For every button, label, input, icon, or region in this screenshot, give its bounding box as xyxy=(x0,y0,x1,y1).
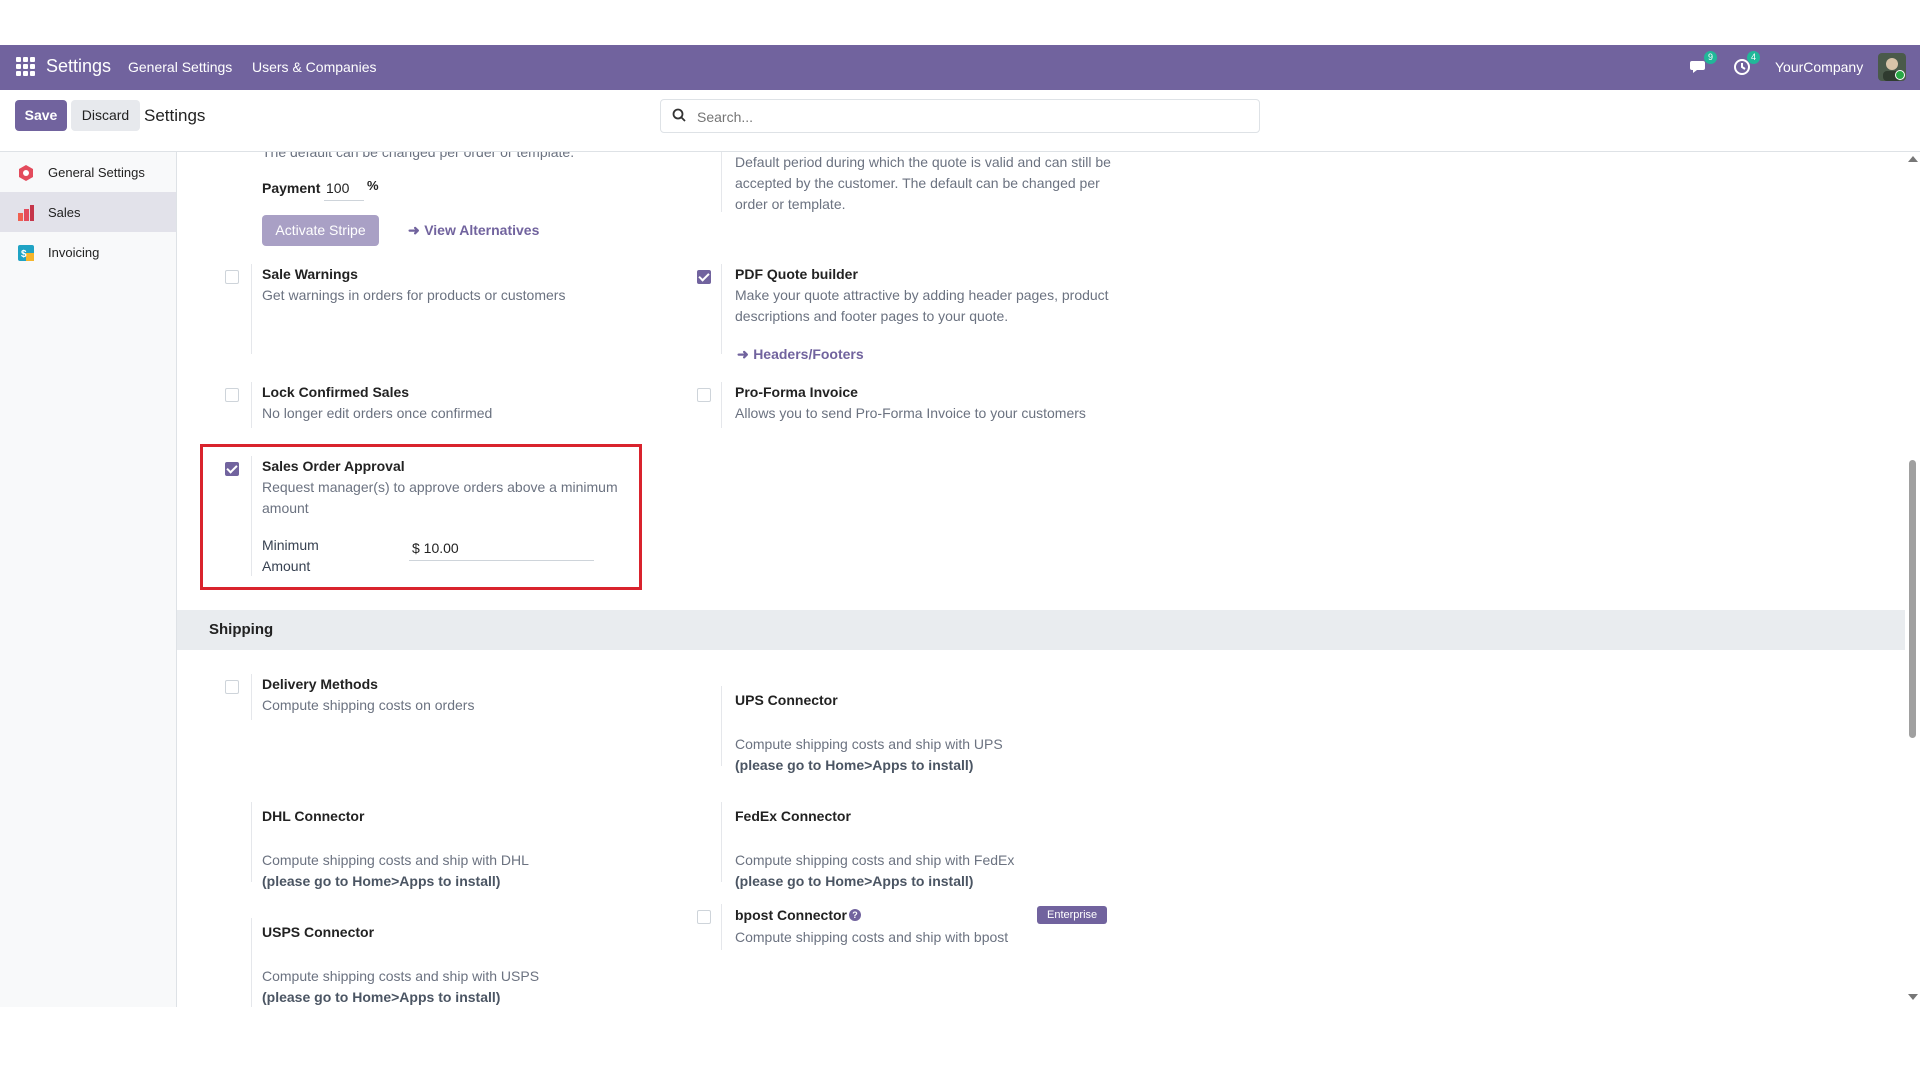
fedex-install-note: (please go to Home>Apps to install) xyxy=(735,873,974,889)
payment-value[interactable]: 100 xyxy=(326,180,349,196)
usps-connector-description: Compute shipping costs and ship with USP… xyxy=(262,968,540,984)
nav-users-companies[interactable]: Users & Companies xyxy=(252,59,377,75)
invoicing-dollar-icon: $ xyxy=(18,245,34,261)
activities-clock-icon[interactable]: 4 xyxy=(1732,51,1760,77)
search-box[interactable] xyxy=(660,99,1260,133)
svg-text:$: $ xyxy=(21,249,27,260)
sale-warnings-title: Sale Warnings xyxy=(262,266,358,282)
sidebar-item-label: Invoicing xyxy=(48,245,100,260)
dhl-install-note: (please go to Home>Apps to install) xyxy=(262,873,501,889)
cut-description: The default can be changed per order or … xyxy=(262,152,575,160)
help-question-icon[interactable]: ? xyxy=(849,909,861,921)
sales-chart-icon xyxy=(18,205,34,221)
sidebar-item-invoicing[interactable]: $ Invoicing xyxy=(0,232,176,272)
control-panel: Save Discard Settings xyxy=(0,90,1920,152)
pro-forma-invoice-description: Allows you to send Pro-Forma Invoice to … xyxy=(735,405,1086,421)
minimum-amount-input[interactable]: $ 10.00 xyxy=(412,540,459,556)
sale-warnings-description: Get warnings in orders for products or c… xyxy=(262,287,566,303)
apps-menu-icon[interactable] xyxy=(16,57,36,77)
pdf-quote-builder-title: PDF Quote builder xyxy=(735,266,858,282)
bpost-connector-checkbox[interactable] xyxy=(697,910,711,924)
payment-unit: % xyxy=(367,178,379,193)
online-status-dot xyxy=(1895,70,1905,80)
delivery-methods-checkbox[interactable] xyxy=(225,680,239,694)
ups-connector-description: Compute shipping costs and ship with UPS xyxy=(735,736,1003,752)
activities-badge: 4 xyxy=(1746,51,1760,64)
dhl-connector-title: DHL Connector xyxy=(262,808,365,824)
user-avatar[interactable] xyxy=(1878,53,1906,81)
dhl-connector-description: Compute shipping costs and ship with DHL xyxy=(262,852,529,868)
usps-connector-title: USPS Connector xyxy=(262,924,375,940)
sidebar-item-label: Sales xyxy=(48,205,81,220)
lock-confirmed-sales-description: No longer edit orders once confirmed xyxy=(262,405,493,421)
arrow-right-icon: ➜ xyxy=(408,222,420,238)
pro-forma-invoice-title: Pro-Forma Invoice xyxy=(735,384,858,400)
sales-order-approval-title: Sales Order Approval xyxy=(262,458,405,474)
page-title: Settings xyxy=(144,106,206,125)
fedex-connector-description: Compute shipping costs and ship with Fed… xyxy=(735,852,1015,868)
fedex-connector-title: FedEx Connector xyxy=(735,808,851,824)
search-input[interactable] xyxy=(695,105,1249,129)
headers-footers-link[interactable]: ➜ Headers/Footers xyxy=(737,346,864,364)
sidebar-item-general-settings[interactable]: General Settings xyxy=(0,152,176,192)
messages-icon[interactable]: 9 xyxy=(1689,51,1717,77)
sales-order-approval-checkbox[interactable] xyxy=(225,462,239,476)
bpost-connector-title: bpost Connector xyxy=(735,907,847,923)
usps-install-note: (please go to Home>Apps to install) xyxy=(262,989,501,1005)
pro-forma-invoice-checkbox[interactable] xyxy=(697,388,711,402)
payment-label: Payment xyxy=(262,180,321,196)
nav-general-settings[interactable]: General Settings xyxy=(128,59,232,75)
scroll-up-arrow-icon[interactable] xyxy=(1908,156,1918,162)
settings-content: The default can be changed per order or … xyxy=(177,152,1905,1007)
view-alternatives-link[interactable]: ➜ View Alternatives xyxy=(408,222,539,240)
delivery-methods-title: Delivery Methods xyxy=(262,676,378,692)
lock-confirmed-sales-checkbox[interactable] xyxy=(225,388,239,402)
arrow-right-icon: ➜ xyxy=(737,346,749,362)
view-alternatives-label: View Alternatives xyxy=(424,222,540,238)
shipping-header-label: Shipping xyxy=(209,621,274,638)
sidebar-item-label: General Settings xyxy=(48,165,145,180)
activate-stripe-button[interactable]: Activate Stripe xyxy=(262,215,379,246)
lock-confirmed-sales-title: Lock Confirmed Sales xyxy=(262,384,410,400)
enterprise-badge[interactable]: Enterprise xyxy=(1037,906,1108,924)
pdf-quote-builder-checkbox[interactable] xyxy=(697,270,711,284)
quote-validity-description: Default period during which the quote is… xyxy=(735,154,1111,212)
sales-order-approval-description: Request manager(s) to approve orders abo… xyxy=(262,479,618,516)
save-button[interactable]: Save xyxy=(15,100,67,131)
shipping-section-header: Shipping xyxy=(177,610,1905,650)
company-switcher[interactable]: YourCompany xyxy=(1775,59,1863,75)
app-title[interactable]: Settings xyxy=(46,56,111,77)
delivery-methods-description: Compute shipping costs on orders xyxy=(262,697,475,713)
ups-connector-title: UPS Connector xyxy=(735,692,838,708)
discard-button[interactable]: Discard xyxy=(71,100,140,131)
search-icon xyxy=(672,108,686,122)
scroll-down-arrow-icon[interactable] xyxy=(1908,994,1918,1000)
sale-warnings-checkbox[interactable] xyxy=(225,270,239,284)
messages-badge: 9 xyxy=(1703,51,1717,64)
top-navbar: Settings General Settings Users & Compan… xyxy=(0,45,1920,90)
scrollbar-thumb[interactable] xyxy=(1909,460,1916,738)
settings-sidebar: General Settings Sales $ Invoicing xyxy=(0,152,177,1007)
sidebar-item-sales[interactable]: Sales xyxy=(0,192,176,232)
pdf-quote-builder-description: Make your quote attractive by adding hea… xyxy=(735,287,1109,324)
odoo-settings-icon xyxy=(19,165,33,181)
ups-install-note: (please go to Home>Apps to install) xyxy=(735,757,974,773)
minimum-amount-label: Minimum Amount xyxy=(262,537,319,574)
headers-footers-label: Headers/Footers xyxy=(753,346,864,362)
bpost-connector-description: Compute shipping costs and ship with bpo… xyxy=(735,929,1009,945)
